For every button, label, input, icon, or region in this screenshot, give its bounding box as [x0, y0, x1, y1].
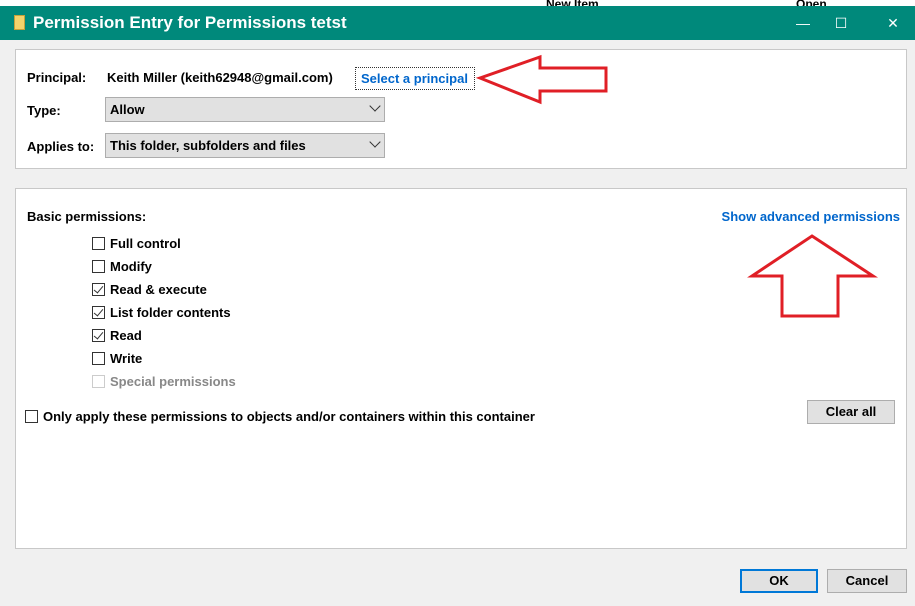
permission-checkbox [92, 374, 105, 388]
basic-permissions-label: Basic permissions: [27, 209, 147, 224]
permission-label: Read & execute [110, 281, 207, 297]
permission-label: Read [110, 327, 142, 343]
principal-value: Keith Miller (keith62948@gmail.com) [107, 70, 333, 85]
type-label: Type: [27, 103, 61, 118]
permission-row[interactable]: Modify [92, 257, 152, 275]
title-bar: Permission Entry for Permissions tetst —… [0, 6, 915, 40]
principal-panel: Principal: Keith Miller (keith62948@gmai… [15, 49, 907, 169]
principal-label: Principal: [27, 70, 87, 85]
minimize-button[interactable]: — [792, 12, 814, 34]
permission-checkbox[interactable] [92, 259, 105, 273]
permission-row[interactable]: Full control [92, 234, 181, 252]
permission-checkbox[interactable] [92, 305, 105, 319]
permission-checkbox[interactable] [92, 236, 105, 250]
type-value: Allow [110, 102, 145, 117]
permission-row[interactable]: Read & execute [92, 280, 207, 298]
applies-to-dropdown[interactable]: This folder, subfolders and files [105, 133, 385, 158]
permission-row[interactable]: List folder contents [92, 303, 231, 321]
maximize-button[interactable]: ☐ [830, 12, 852, 34]
only-apply-checkbox-row[interactable]: Only apply these permissions to objects … [25, 407, 535, 425]
permission-label: List folder contents [110, 304, 231, 320]
window-title: Permission Entry for Permissions tetst [33, 13, 347, 32]
select-principal-link[interactable]: Select a principal [355, 67, 475, 90]
applies-to-label: Applies to: [27, 139, 95, 154]
permission-label: Modify [110, 258, 152, 274]
permission-row[interactable]: Read [92, 326, 142, 344]
permission-entry-dialog: Principal: Keith Miller (keith62948@gmai… [4, 40, 915, 606]
permissions-panel: Basic permissions: Show advanced permiss… [15, 188, 907, 549]
permission-label: Special permissions [110, 373, 236, 389]
applies-to-value: This folder, subfolders and files [110, 138, 306, 153]
ok-button[interactable]: OK [740, 569, 818, 593]
permission-label: Full control [110, 235, 181, 251]
permission-label: Write [110, 350, 143, 366]
chevron-down-icon [369, 136, 381, 148]
type-dropdown[interactable]: Allow [105, 97, 385, 122]
permission-checkbox[interactable] [92, 328, 105, 342]
cancel-button[interactable]: Cancel [827, 569, 907, 593]
permission-row: Special permissions [92, 372, 236, 390]
show-advanced-permissions-link[interactable]: Show advanced permissions [722, 209, 900, 224]
chevron-down-icon [369, 100, 381, 112]
clear-all-button[interactable]: Clear all [807, 400, 895, 424]
only-apply-checkbox[interactable] [25, 409, 38, 423]
folder-icon [14, 15, 25, 30]
permission-row[interactable]: Write [92, 349, 142, 367]
close-button[interactable]: ✕ [882, 12, 904, 34]
only-apply-label: Only apply these permissions to objects … [43, 408, 535, 424]
permission-checkbox[interactable] [92, 351, 105, 365]
permission-checkbox[interactable] [92, 282, 105, 296]
